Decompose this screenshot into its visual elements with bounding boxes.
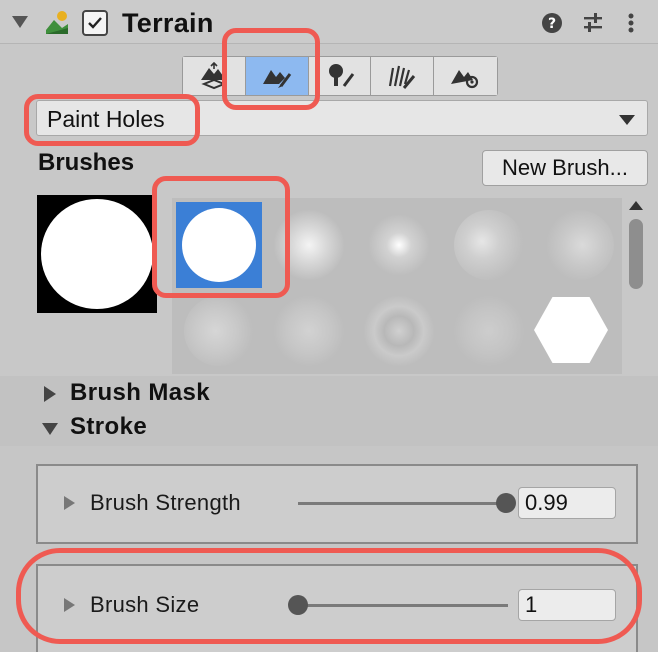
noise-brush-icon (184, 296, 254, 366)
tool-raise-lower-terrain[interactable] (183, 57, 246, 95)
terrain-settings-icon (451, 70, 479, 89)
brush-strength-field[interactable]: 0.99 (518, 487, 616, 519)
brush-size-slider-knob[interactable] (288, 595, 308, 615)
brush-strength-group: Brush Strength 0.99 (36, 464, 638, 544)
brush-strength-label: Brush Strength (90, 490, 241, 515)
hexagon-brush-icon (534, 297, 608, 363)
help-icon[interactable]: ? (541, 12, 563, 34)
tool-paint-terrain[interactable] (245, 57, 309, 95)
stroke-foldout[interactable]: Stroke (0, 410, 658, 446)
checkmark-icon (88, 17, 102, 29)
brush-item[interactable] (266, 288, 352, 374)
hard-circle-brush-icon (182, 208, 256, 282)
soft-brush-icon (364, 210, 434, 280)
chevron-down-icon (42, 423, 58, 435)
brush-size-group: Brush Size 1 (36, 564, 638, 652)
brush-item[interactable] (446, 288, 532, 374)
noise-brush-icon (274, 296, 344, 366)
foldout-arrow-icon[interactable] (12, 16, 28, 28)
svg-text:?: ? (548, 16, 556, 32)
paint-mode-value: Paint Holes (47, 106, 165, 132)
terrain-icon (44, 10, 70, 36)
brush-grid (172, 198, 622, 374)
brush-item[interactable] (266, 202, 352, 288)
soft-brush-icon (274, 210, 344, 280)
new-brush-button[interactable]: New Brush... (482, 150, 648, 186)
brush-mask-foldout[interactable]: Brush Mask (0, 376, 658, 412)
chevron-right-icon (44, 386, 56, 402)
paint-trees-icon (328, 64, 354, 87)
scroll-thumb[interactable] (629, 219, 643, 289)
chevron-right-icon[interactable] (64, 496, 75, 510)
paint-terrain-icon (262, 70, 291, 88)
tool-terrain-settings[interactable] (434, 57, 497, 95)
terrain-tool-toolbar (182, 56, 498, 96)
preset-sliders-icon[interactable] (582, 12, 604, 34)
more-vertical-icon[interactable] (620, 12, 642, 34)
brush-item[interactable] (536, 202, 622, 288)
brush-size-label: Brush Size (90, 592, 200, 617)
brush-strength-slider-knob[interactable] (495, 493, 516, 513)
brush-item[interactable] (446, 202, 532, 288)
paint-mode-dropdown[interactable]: Paint Holes (36, 100, 648, 136)
brush-size-slider[interactable] (298, 604, 508, 607)
raise-lower-terrain-icon (201, 62, 227, 90)
inspector-header: Terrain ? (0, 0, 658, 44)
tool-paint-trees[interactable] (308, 57, 372, 95)
component-title: Terrain (122, 8, 214, 38)
brush-preview (37, 195, 157, 313)
noise-brush-icon (364, 296, 434, 366)
noise-brush-icon (454, 296, 524, 366)
brush-grid-scrollbar[interactable] (625, 195, 647, 375)
noise-brush-icon (454, 210, 524, 280)
brush-strength-slider[interactable] (298, 502, 508, 505)
brush-item[interactable] (356, 202, 442, 288)
brushes-heading: Brushes (38, 149, 135, 176)
paint-details-icon (389, 65, 416, 89)
brush-item[interactable] (176, 288, 262, 374)
stroke-label: Stroke (70, 413, 148, 440)
brush-preview-disc (41, 199, 153, 309)
tool-paint-details[interactable] (371, 57, 435, 95)
brush-item-selected[interactable] (176, 202, 262, 288)
terrain-enabled-checkbox[interactable] (82, 10, 108, 36)
scroll-up-icon[interactable] (629, 201, 643, 210)
brush-item[interactable] (356, 288, 442, 374)
chevron-down-icon (619, 115, 635, 125)
chevron-right-icon[interactable] (64, 598, 75, 612)
brush-size-field[interactable]: 1 (518, 589, 616, 621)
noise-brush-icon (544, 210, 614, 280)
brush-item[interactable] (528, 288, 614, 374)
brush-mask-label: Brush Mask (70, 379, 211, 406)
